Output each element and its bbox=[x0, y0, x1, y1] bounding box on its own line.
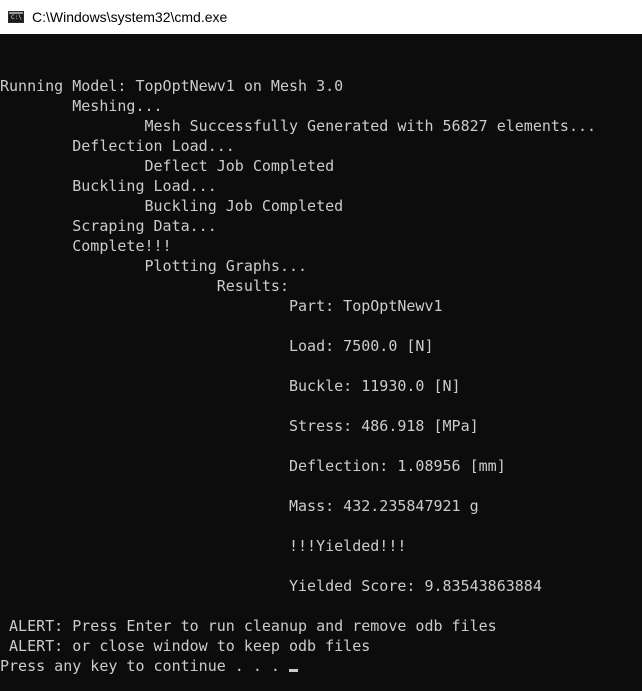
console-output[interactable]: Running Model: TopOptNewv1 on Mesh 3.0 M… bbox=[0, 56, 642, 676]
console-line-text: Load: 7500.0 [N] bbox=[0, 337, 434, 355]
console-line-text: Plotting Graphs... bbox=[0, 257, 308, 275]
console-line: Buckle: 11930.0 [N] bbox=[0, 376, 642, 396]
console-line: Yielded Score: 9.83543863884 bbox=[0, 576, 642, 596]
console-line-text: ALERT: or close window to keep odb files bbox=[0, 637, 371, 655]
console-line: Part: TopOptNewv1 bbox=[0, 296, 642, 316]
console-line-text: Meshing... bbox=[0, 97, 163, 115]
console-line-text: Deflection Load... bbox=[0, 137, 235, 155]
console-line: Deflection Load... bbox=[0, 136, 642, 156]
console-line-text: Buckling Load... bbox=[0, 177, 217, 195]
console-line: Plotting Graphs... bbox=[0, 256, 642, 276]
console-prompt-line: Press any key to continue . . . bbox=[0, 656, 642, 676]
console-line: Deflection: 1.08956 [mm] bbox=[0, 456, 642, 476]
console-line-text: Buckle: 11930.0 [N] bbox=[0, 377, 461, 395]
console-line-text: Part: TopOptNewv1 bbox=[0, 297, 443, 315]
console-line: Deflect Job Completed bbox=[0, 156, 642, 176]
window-title: C:\Windows\system32\cmd.exe bbox=[32, 9, 228, 25]
console-line: Results: bbox=[0, 276, 642, 296]
console-line: Running Model: TopOptNewv1 on Mesh 3.0 bbox=[0, 76, 642, 96]
console-line-text: Scraping Data... bbox=[0, 217, 217, 235]
console-line-text: Mesh Successfully Generated with 56827 e… bbox=[0, 117, 597, 135]
text-cursor bbox=[288, 669, 298, 672]
console-line: Stress: 486.918 [MPa] bbox=[0, 416, 642, 436]
console-line-text: Deflect Job Completed bbox=[0, 157, 335, 175]
console-line: Buckling Load... bbox=[0, 176, 642, 196]
console-line-text: !!!Yielded!!! bbox=[0, 537, 407, 555]
console-line-text: Results: bbox=[0, 277, 289, 295]
console-line-text: Mass: 432.235847921 g bbox=[0, 497, 479, 515]
cmd-console-icon[interactable]: C:\ bbox=[8, 11, 24, 23]
console-line: ALERT: or close window to keep odb files bbox=[0, 636, 642, 656]
console-line: Load: 7500.0 [N] bbox=[0, 336, 642, 356]
console-line-text: Deflection: 1.08956 [mm] bbox=[0, 457, 506, 475]
console-line: !!!Yielded!!! bbox=[0, 536, 642, 556]
console-line: Meshing... bbox=[0, 96, 642, 116]
console-line: Complete!!! bbox=[0, 236, 642, 256]
console-line-text: Press any key to continue . . . bbox=[0, 657, 289, 675]
console-line-text: ALERT: Press Enter to run cleanup and re… bbox=[0, 617, 497, 635]
cmd-icon-glyph: C:\ bbox=[11, 14, 22, 21]
console-line-text: Complete!!! bbox=[0, 237, 172, 255]
console-line: Scraping Data... bbox=[0, 216, 642, 236]
console-line: Buckling Job Completed bbox=[0, 196, 642, 216]
console-line: Mass: 432.235847921 g bbox=[0, 496, 642, 516]
console-line-text: Stress: 486.918 [MPa] bbox=[0, 417, 479, 435]
console-line-text: Yielded Score: 9.83543863884 bbox=[0, 577, 542, 595]
console-line: Mesh Successfully Generated with 56827 e… bbox=[0, 116, 642, 136]
console-line-text: Running Model: TopOptNewv1 on Mesh 3.0 bbox=[0, 77, 344, 95]
console-line-text: Buckling Job Completed bbox=[0, 197, 344, 215]
title-bar[interactable]: C:\ C:\Windows\system32\cmd.exe bbox=[0, 0, 642, 34]
console-window[interactable]: C:\ C:\Windows\system32\cmd.exe Running … bbox=[0, 0, 642, 691]
console-line: ALERT: Press Enter to run cleanup and re… bbox=[0, 616, 642, 636]
